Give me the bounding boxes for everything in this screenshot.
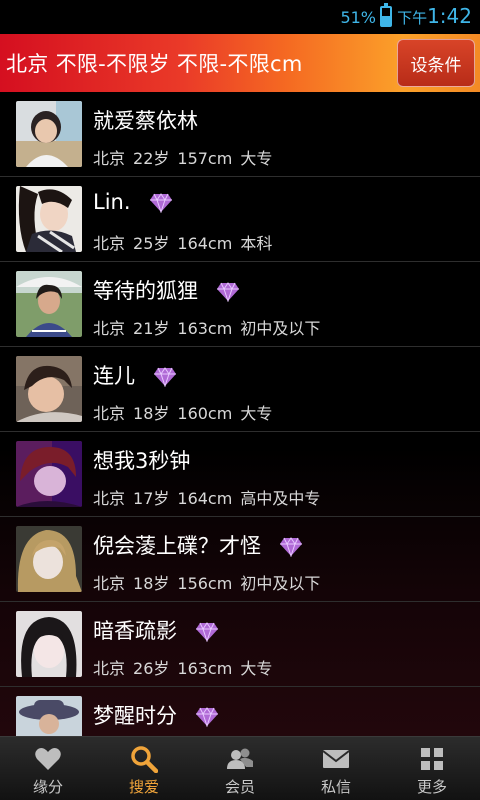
nickname-text: 连儿 <box>93 364 135 388</box>
tab-label: 缘分 <box>32 778 63 796</box>
user-height: 163cm <box>177 319 233 338</box>
tab-search[interactable]: 搜爱 <box>96 737 192 800</box>
user-height: 164cm <box>177 489 233 508</box>
user-city: 北京 <box>93 574 126 593</box>
user-meta: 北京 25岁 164cm 本科 <box>93 230 280 254</box>
user-nickname: 就爱蔡依林 <box>93 105 198 135</box>
avatar[interactable] <box>16 101 82 167</box>
grid-icon <box>418 745 446 773</box>
user-meta: 北京 18岁 156cm 初中及以下 <box>93 570 328 594</box>
user-education: 初中及以下 <box>240 319 321 338</box>
user-row[interactable]: 等待的狐狸 北京 21岁 163cm 初中及以下 <box>0 262 480 347</box>
tab-messages[interactable]: 私信 <box>288 737 384 800</box>
status-bar: 51% 下午1:42 <box>0 0 480 34</box>
user-meta: 北京 18岁 160cm 大专 <box>93 400 280 424</box>
avatar[interactable] <box>16 186 82 252</box>
user-row[interactable]: Lin. 北京 25岁 164cm 本科 <box>0 177 480 262</box>
tab-label: 搜爱 <box>128 778 159 796</box>
avatar[interactable] <box>16 696 82 736</box>
tab-label: 会员 <box>224 778 255 796</box>
set-conditions-button[interactable]: 设条件 <box>397 39 475 87</box>
user-height: 156cm <box>177 574 233 593</box>
user-city: 北京 <box>93 489 126 508</box>
clock-ampm: 下午 <box>397 9 428 27</box>
user-education: 初中及以下 <box>240 574 321 593</box>
avatar[interactable] <box>16 526 82 592</box>
user-height: 157cm <box>177 149 233 168</box>
tab-more[interactable]: 更多 <box>384 737 480 800</box>
bottom-tab-bar: 缘分 搜爱 会员 私信 更多 <box>0 736 480 800</box>
nickname-text: 倪会蓤上礏？才怪 <box>93 534 261 558</box>
user-nickname: 倪会蓤上礏？才怪 <box>93 530 303 560</box>
battery-percentage: 51% <box>340 8 376 27</box>
diamond-vip-icon <box>279 537 303 557</box>
user-height: 164cm <box>177 234 233 253</box>
user-education: 高中及中专 <box>240 489 321 508</box>
user-age: 17岁 <box>133 489 170 508</box>
mail-icon <box>322 745 350 773</box>
user-nickname: 等待的狐狸 <box>93 275 240 305</box>
members-icon <box>226 745 254 773</box>
filter-summary: 北京 不限-不限岁 不限-不限cm <box>6 52 303 76</box>
user-row[interactable]: 就爱蔡依林 北京 22岁 157cm 大专 <box>0 92 480 177</box>
tab-label: 更多 <box>416 778 447 796</box>
diamond-vip-icon <box>149 193 173 213</box>
user-nickname: 连儿 <box>93 360 177 390</box>
user-education: 大专 <box>240 659 273 678</box>
nickname-text: 梦醒时分 <box>93 704 177 728</box>
user-meta: 北京 26岁 163cm 大专 <box>93 655 280 679</box>
avatar[interactable] <box>16 441 82 507</box>
nickname-text: 等待的狐狸 <box>93 279 198 303</box>
diamond-vip-icon <box>153 367 177 387</box>
nickname-text: 暗香疏影 <box>93 619 177 643</box>
user-age: 26岁 <box>133 659 170 678</box>
user-height: 163cm <box>177 659 233 678</box>
user-list[interactable]: 就爱蔡依林 北京 22岁 157cm 大专 Lin. 北京 25岁 164cm 本科 等待的… <box>0 92 480 736</box>
diamond-vip-icon <box>195 622 219 642</box>
user-meta: 北京 22岁 157cm 大专 <box>93 145 280 169</box>
user-city: 北京 <box>93 319 126 338</box>
filter-bar: 北京 不限-不限岁 不限-不限cm 设条件 <box>0 34 480 92</box>
avatar[interactable] <box>16 271 82 337</box>
user-height: 160cm <box>177 404 233 423</box>
diamond-vip-icon <box>216 282 240 302</box>
user-meta: 北京 17岁 164cm 高中及中专 <box>93 485 328 509</box>
clock: 下午1:42 <box>397 4 472 28</box>
nickname-text: Lin. <box>93 190 131 214</box>
user-age: 22岁 <box>133 149 170 168</box>
user-age: 18岁 <box>133 404 170 423</box>
user-city: 北京 <box>93 404 126 423</box>
tab-members[interactable]: 会员 <box>192 737 288 800</box>
user-row[interactable]: 倪会蓤上礏？才怪 北京 18岁 156cm 初中及以下 <box>0 517 480 602</box>
user-city: 北京 <box>93 659 126 678</box>
nickname-text: 想我3秒钟 <box>93 449 191 473</box>
user-nickname: 梦醒时分 <box>93 700 219 730</box>
user-education: 大专 <box>240 404 273 423</box>
user-row[interactable]: 梦醒时分 <box>0 687 480 736</box>
avatar[interactable] <box>16 611 82 677</box>
user-city: 北京 <box>93 149 126 168</box>
user-age: 21岁 <box>133 319 170 338</box>
user-education: 本科 <box>240 234 273 253</box>
user-education: 大专 <box>240 149 273 168</box>
user-meta: 北京 21岁 163cm 初中及以下 <box>93 315 328 339</box>
nickname-text: 就爱蔡依林 <box>93 109 198 133</box>
user-row[interactable]: 暗香疏影 北京 26岁 163cm 大专 <box>0 602 480 687</box>
user-age: 25岁 <box>133 234 170 253</box>
user-city: 北京 <box>93 234 126 253</box>
tab-label: 私信 <box>320 778 351 796</box>
search-icon <box>130 745 158 773</box>
clock-time: 1:42 <box>427 4 472 28</box>
battery-icon <box>380 3 392 27</box>
tab-fate[interactable]: 缘分 <box>0 737 96 800</box>
diamond-vip-icon <box>195 707 219 727</box>
avatar[interactable] <box>16 356 82 422</box>
user-nickname: Lin. <box>93 190 173 214</box>
user-nickname: 想我3秒钟 <box>93 445 190 475</box>
user-age: 18岁 <box>133 574 170 593</box>
user-row[interactable]: 想我3秒钟 北京 17岁 164cm 高中及中专 <box>0 432 480 517</box>
heart-icon <box>34 745 62 773</box>
user-row[interactable]: 连儿 北京 18岁 160cm 大专 <box>0 347 480 432</box>
user-nickname: 暗香疏影 <box>93 615 219 645</box>
